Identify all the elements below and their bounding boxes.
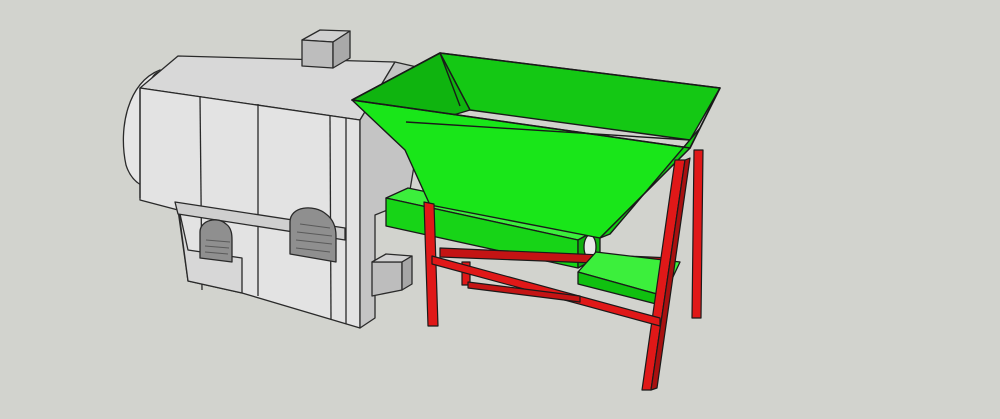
frame-leg-back-right bbox=[691, 149, 704, 319]
exhaust-box-front bbox=[301, 39, 334, 69]
outlet-box-side bbox=[401, 255, 413, 291]
3d-model-scene bbox=[122, 29, 721, 391]
arch-opening-right bbox=[289, 207, 337, 263]
model-viewport[interactable] bbox=[0, 0, 1000, 419]
housing-front bbox=[139, 87, 361, 329]
outlet-box-front bbox=[371, 261, 403, 297]
drum-dryer-machine bbox=[122, 29, 431, 329]
